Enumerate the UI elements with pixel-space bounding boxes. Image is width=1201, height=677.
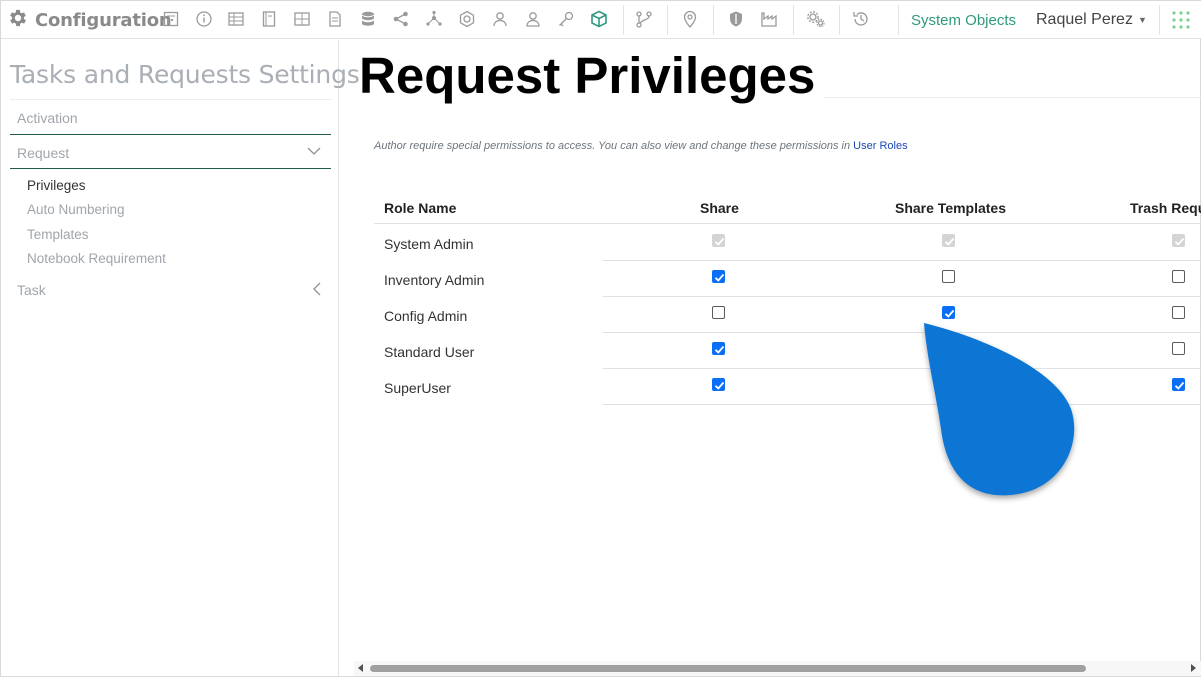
- factory-icon[interactable]: [760, 10, 780, 30]
- table-row-divider: [603, 296, 1201, 297]
- user-roles-link[interactable]: User Roles: [853, 140, 907, 152]
- hexagon-icon[interactable]: [458, 10, 478, 30]
- system-objects-link[interactable]: System Objects: [911, 12, 1016, 29]
- pointer-teardrop-icon: [924, 323, 1075, 496]
- app-window: Configuration System Objects Raquel Pere…: [0, 0, 1201, 677]
- checkbox-share-templates[interactable]: [942, 270, 955, 283]
- sidebar-subitem-templates[interactable]: Templates: [27, 227, 89, 242]
- toolbar-divider: [793, 5, 794, 35]
- chevron-down-icon: [307, 144, 321, 158]
- scroll-right-arrow-icon[interactable]: [1191, 664, 1196, 672]
- checkbox-trash[interactable]: [1172, 342, 1185, 355]
- gear-icon: [7, 7, 29, 34]
- user-icon[interactable]: [524, 10, 544, 30]
- calculator-icon[interactable]: [162, 10, 182, 30]
- info-icon[interactable]: [195, 10, 215, 30]
- top-toolbar: Configuration System Objects Raquel Pere…: [1, 1, 1201, 39]
- scroll-left-arrow-icon[interactable]: [358, 664, 363, 672]
- users-icon[interactable]: [491, 10, 511, 30]
- checkbox-share[interactable]: [712, 270, 725, 283]
- column-header-trash: Trash Requ: [1130, 200, 1201, 216]
- sidebar-item-task[interactable]: Task: [17, 282, 327, 298]
- shield-icon[interactable]: [727, 10, 747, 30]
- table-row-divider: [603, 260, 1201, 261]
- toolbar-divider: [839, 5, 840, 35]
- apps-grid-icon[interactable]: [1171, 10, 1191, 30]
- sidebar-item-label: Request: [17, 145, 70, 161]
- share-icon[interactable]: [392, 10, 412, 30]
- history-icon[interactable]: [852, 10, 872, 30]
- app-title: Configuration: [35, 9, 172, 31]
- scrollbar-thumb[interactable]: [370, 665, 1086, 672]
- checkbox-trash: [1172, 234, 1185, 247]
- toolbar-divider: [898, 5, 899, 35]
- grid-icon[interactable]: [293, 10, 313, 30]
- page-title: Request Privileges: [359, 47, 816, 104]
- note-text: Author require special permissions to ac…: [374, 140, 854, 152]
- user-name: Raquel Perez: [1036, 11, 1133, 28]
- database-icon[interactable]: [359, 10, 379, 30]
- column-header-role-name: Role Name: [384, 200, 457, 216]
- table-row-divider: [603, 404, 1201, 405]
- sidebar-item-activation[interactable]: Activation: [10, 102, 331, 135]
- table-row-divider: [603, 332, 1201, 333]
- checkbox-share[interactable]: [712, 378, 725, 391]
- role-name-cell: System Admin: [384, 236, 474, 252]
- sidebar-title: Tasks and Requests Settings: [10, 60, 360, 89]
- checkbox-trash[interactable]: [1172, 306, 1185, 319]
- horizontal-scrollbar[interactable]: [354, 661, 1201, 676]
- settings-sidebar: Tasks and Requests Settings Activation R…: [1, 40, 360, 677]
- document-icon[interactable]: [326, 10, 346, 30]
- column-header-share: Share: [700, 200, 739, 216]
- caret-down-icon: ▼: [1137, 15, 1147, 25]
- settings-gears-icon[interactable]: [806, 10, 826, 30]
- column-header-share-templates: Share Templates: [895, 200, 1007, 216]
- toolbar-divider: [713, 5, 714, 35]
- checkbox-trash[interactable]: [1172, 270, 1185, 283]
- checkbox-share[interactable]: [712, 306, 725, 319]
- role-name-cell: Config Admin: [384, 308, 468, 324]
- divider: [824, 97, 1201, 98]
- cube-icon[interactable]: [590, 10, 610, 30]
- toolbar-divider: [623, 5, 624, 35]
- workflow-icon[interactable]: [635, 10, 655, 30]
- sidebar-item-label: Task: [17, 282, 46, 298]
- checkbox-share-templates[interactable]: [942, 306, 955, 319]
- chevron-left-icon: [311, 282, 323, 296]
- table-header-divider: [374, 223, 1201, 224]
- network-icon[interactable]: [425, 10, 445, 30]
- notebook-icon[interactable]: [260, 10, 280, 30]
- sidebar-subitem-notebook-requirement[interactable]: Notebook Requirement: [27, 251, 166, 266]
- table-row-divider: [603, 368, 1201, 369]
- role-name-cell: Standard User: [384, 344, 475, 360]
- toolbar-divider: [667, 5, 668, 35]
- role-name-cell: Inventory Admin: [384, 272, 485, 288]
- role-name-cell: SuperUser: [384, 380, 451, 396]
- checkbox-share[interactable]: [712, 342, 725, 355]
- toolbar-divider: [1159, 5, 1160, 35]
- permissions-note: Author require special permissions to ac…: [374, 140, 908, 152]
- divider: [10, 99, 331, 100]
- sidebar-item-label: Activation: [17, 110, 78, 126]
- app-brand[interactable]: Configuration: [7, 7, 172, 34]
- sidebar-item-request[interactable]: Request: [10, 136, 331, 169]
- sidebar-subitem-privileges[interactable]: Privileges: [27, 178, 86, 193]
- key-icon[interactable]: [557, 10, 577, 30]
- checkbox-share: [712, 234, 725, 247]
- user-menu[interactable]: Raquel Perez ▼: [1036, 11, 1147, 29]
- location-icon[interactable]: [681, 10, 701, 30]
- checkbox-trash[interactable]: [1172, 378, 1185, 391]
- sidebar-subitem-auto-numbering[interactable]: Auto Numbering: [27, 202, 125, 217]
- table-icon[interactable]: [227, 10, 247, 30]
- checkbox-share-templates: [942, 234, 955, 247]
